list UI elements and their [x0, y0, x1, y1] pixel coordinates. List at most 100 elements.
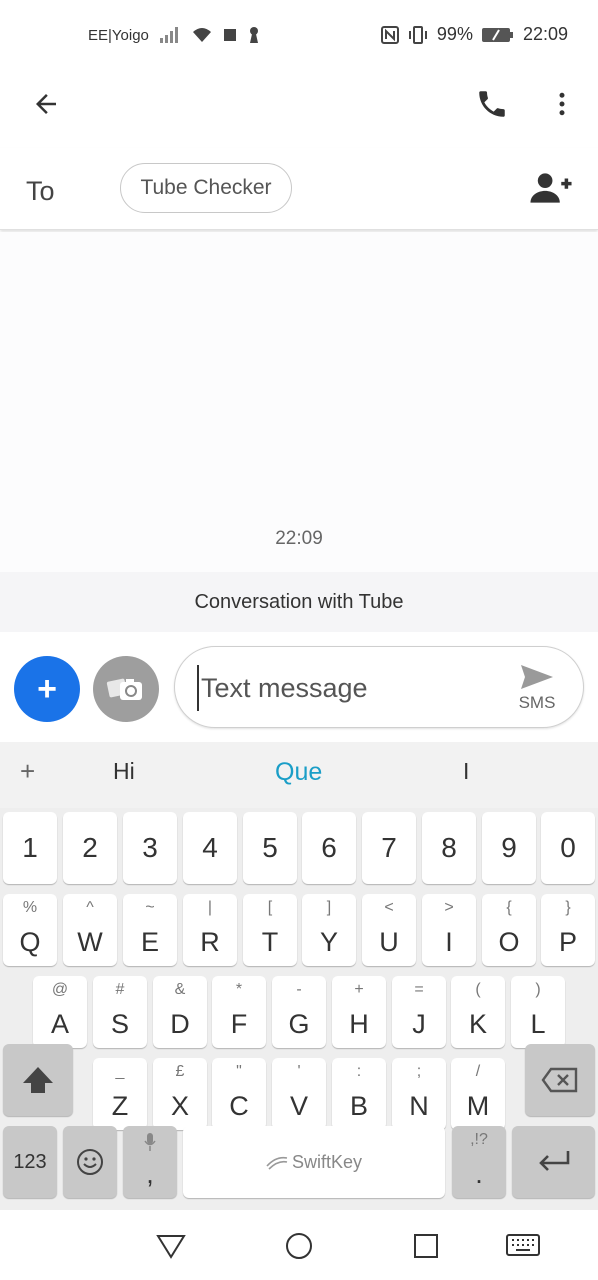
key-y[interactable]: ] Y	[302, 894, 356, 966]
app-bar	[0, 70, 598, 138]
key-i[interactable]: > I	[422, 894, 476, 966]
phone-icon	[479, 91, 505, 117]
battery-percent: 99%	[436, 24, 473, 44]
conversation-with-banner: Conversation with Tube	[0, 572, 598, 632]
keyboard: + Hi Que I 1 2 3 4 5 6 7 8 9 0 % Q ^ W ~ E …	[0, 742, 598, 1210]
nav-recents-button[interactable]	[410, 1230, 442, 1262]
key-3[interactable]: 3	[123, 812, 177, 884]
key-6[interactable]: 6	[302, 812, 356, 884]
comma-key[interactable]: ,	[123, 1126, 177, 1198]
key-8[interactable]: 8	[422, 812, 476, 884]
microphone-icon	[144, 1133, 156, 1151]
add-contact-button[interactable]	[528, 168, 574, 208]
key-o[interactable]: {O	[482, 894, 536, 966]
gallery-camera-button[interactable]	[93, 656, 159, 722]
system-navigation-bar	[0, 1210, 598, 1280]
key-5[interactable]: 5	[243, 812, 297, 884]
arrow-back-icon	[36, 94, 56, 114]
emoji-icon	[77, 1149, 103, 1175]
key-x[interactable]: £ X	[153, 1058, 207, 1130]
call-button[interactable]	[470, 82, 514, 126]
key-g[interactable]: -G	[272, 976, 326, 1048]
key-9[interactable]: 9	[482, 812, 536, 884]
numbers-key[interactable]: 123	[3, 1126, 57, 1198]
back-button[interactable]	[24, 82, 68, 126]
key-h[interactable]: + H	[332, 976, 386, 1048]
keyboard-switch-button[interactable]	[506, 1230, 540, 1262]
recipient-chip[interactable]: Tube Checker	[120, 163, 292, 213]
key-v[interactable]: ' V	[272, 1058, 326, 1130]
key-c[interactable]: " C	[212, 1058, 266, 1130]
key-a[interactable]: @ A	[33, 976, 87, 1048]
space-key[interactable]: SwiftKey	[183, 1126, 445, 1198]
suggestion-plus-button[interactable]: +	[20, 756, 35, 787]
swiftkey-logo: SwiftKey	[266, 1152, 362, 1173]
key-z[interactable]: _ Z	[93, 1058, 147, 1130]
suggestion-2[interactable]: Que	[275, 758, 322, 787]
nav-back-button[interactable]	[155, 1230, 187, 1262]
backspace-key[interactable]	[525, 1044, 595, 1116]
key-k[interactable]: (K	[451, 976, 505, 1048]
notification-square-icon	[223, 29, 236, 41]
sms-label: SMS	[518, 693, 556, 712]
key-1[interactable]: 1	[3, 812, 57, 884]
swiftkey-icon	[266, 1156, 288, 1170]
key-p[interactable]: } P	[541, 894, 595, 966]
key-e[interactable]: ~ E	[123, 894, 177, 966]
person-add-icon	[530, 173, 572, 203]
message-input[interactable]	[197, 665, 497, 711]
suggestion-1[interactable]: Hi	[113, 758, 135, 785]
attach-plus-button[interactable]: +	[14, 656, 80, 722]
key-w[interactable]: ^ W	[63, 894, 117, 966]
keyhole-icon	[249, 27, 258, 43]
clock: 22:09	[522, 24, 568, 44]
vibrate-icon	[408, 25, 427, 44]
key-n[interactable]: ; N	[392, 1058, 446, 1130]
key-r[interactable]: | R	[183, 894, 237, 966]
backspace-icon	[541, 1067, 578, 1093]
suggestion-bar: + Hi Que I	[0, 742, 598, 808]
key-4[interactable]: 4	[183, 812, 237, 884]
message-field-container: SMS	[174, 646, 584, 728]
suggestion-3[interactable]: I	[463, 758, 469, 785]
carrier-label: EE|Yoigo	[88, 26, 149, 44]
battery-icon	[481, 27, 513, 42]
conversation-area	[0, 232, 598, 572]
nav-home-circle-icon	[286, 1233, 312, 1259]
signal-icon	[159, 27, 178, 43]
camera-gallery-icon	[106, 678, 142, 700]
to-label: To	[26, 176, 55, 206]
nfc-icon	[380, 25, 399, 44]
key-d[interactable]: & D	[153, 976, 207, 1048]
more-options-button[interactable]	[540, 82, 584, 126]
enter-icon	[538, 1151, 569, 1171]
key-s[interactable]: # S	[93, 976, 147, 1048]
key-m[interactable]: / M	[451, 1058, 505, 1130]
nav-recents-square-icon	[414, 1234, 438, 1258]
message-timestamp: 22:09	[275, 528, 323, 549]
key-7[interactable]: 7	[362, 812, 416, 884]
emoji-key[interactable]	[63, 1126, 117, 1198]
key-2[interactable]: 2	[63, 812, 117, 884]
enter-key[interactable]	[512, 1126, 595, 1198]
key-u[interactable]: < U	[362, 894, 416, 966]
wifi-icon	[192, 28, 211, 42]
shift-icon	[23, 1067, 53, 1093]
key-f[interactable]: * F	[212, 976, 266, 1048]
send-icon	[521, 665, 553, 689]
nav-home-button[interactable]	[283, 1230, 315, 1262]
key-0[interactable]: 0	[541, 812, 595, 884]
send-sms-button[interactable]: SMS	[505, 657, 569, 719]
more-vert-icon	[559, 92, 565, 116]
compose-bar: + SMS	[0, 632, 598, 742]
key-j[interactable]: = J	[392, 976, 446, 1048]
recipient-row: To Tube Checker	[0, 148, 598, 230]
shift-key[interactable]	[3, 1044, 73, 1116]
nav-back-triangle-icon	[156, 1235, 186, 1259]
key-q[interactable]: % Q	[3, 894, 57, 966]
keyboard-icon	[506, 1234, 540, 1256]
key-l[interactable]: ) L	[511, 976, 565, 1048]
key-t[interactable]: [T	[243, 894, 297, 966]
key-b[interactable]: :B	[332, 1058, 386, 1130]
period-key[interactable]: ,!? .	[452, 1126, 506, 1198]
